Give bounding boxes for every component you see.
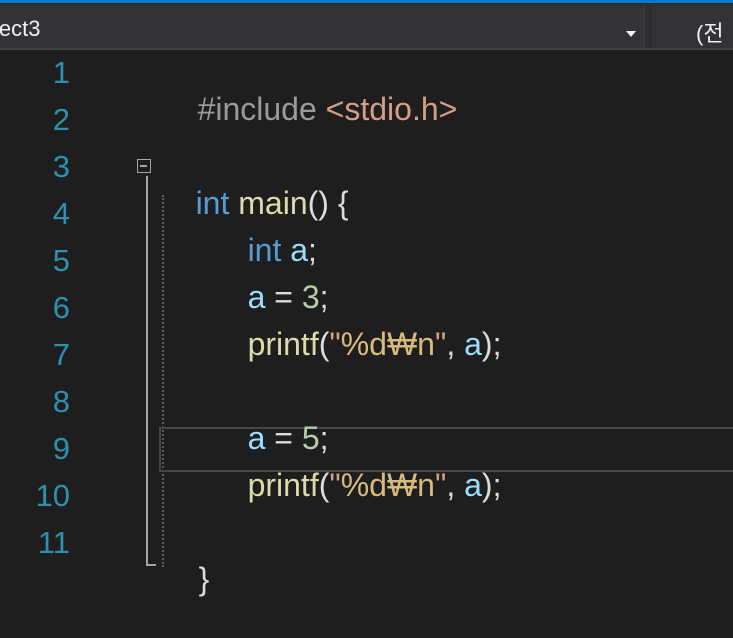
line-number: 7 [52,337,70,372]
function-call: printf [247,467,319,503]
line-number: 8 [52,384,70,419]
scope-dropdown[interactable]: (전 [652,6,733,48]
string-quote: " [434,326,447,362]
line-number: 4 [52,196,70,231]
line-number: 2 [52,102,70,137]
variable: a [464,326,482,362]
code-punctuation: ); [481,326,502,362]
code-line-1: #include <stdio.h> [162,54,458,127]
escape-sequence: ₩n [386,326,435,362]
line-number: 9 [52,431,70,466]
line-number: 3 [52,149,70,184]
code-line-5: a = 3; [212,242,329,315]
code-punctuation: , [446,467,465,503]
code-line-9: printf("%d₩n", a); [212,430,502,503]
code-line-6: printf("%d₩n", a); [212,289,502,362]
chevron-down-icon[interactable] [626,31,636,37]
code-line-4: int a; [212,195,317,268]
escape-sequence: ₩n [386,467,435,503]
closing-brace: } [198,561,210,597]
function-call: printf [247,326,319,362]
code-punctuation: ); [481,467,502,503]
collapse-icon[interactable] [137,159,151,173]
code-line-3: int main() { [160,148,349,221]
format-specifier: %d [340,326,387,362]
include-header: <stdio.h> [325,91,458,127]
preprocessor-directive: #include [197,91,317,127]
string-quote: " [434,467,447,503]
scope-label: (전 [696,21,724,46]
format-specifier: %d [340,467,387,503]
line-number: 10 [35,478,70,513]
fold-guide-line [146,176,148,566]
string-quote: " [329,326,341,362]
line-number: 5 [52,243,70,278]
code-punctuation: ( [318,326,330,362]
line-number: 1 [52,55,70,90]
line-number: 6 [52,290,70,325]
fold-guide-end [146,564,156,566]
code-punctuation: , [446,326,465,362]
project-label: ject3 [0,16,41,41]
code-line-11: } [163,524,210,597]
code-line-8: a = 5; [212,383,329,456]
line-number: 11 [37,525,70,560]
navigation-bar: ject3 (전 [0,0,733,50]
variable: a [464,467,482,503]
code-punctuation: ( [318,467,330,503]
title-accent-line [0,0,733,3]
string-quote: " [329,467,341,503]
code-editor[interactable]: 1 2 3 4 5 6 7 8 9 10 11 #include <stdio.… [0,52,733,638]
project-dropdown[interactable]: ject3 [0,6,645,48]
